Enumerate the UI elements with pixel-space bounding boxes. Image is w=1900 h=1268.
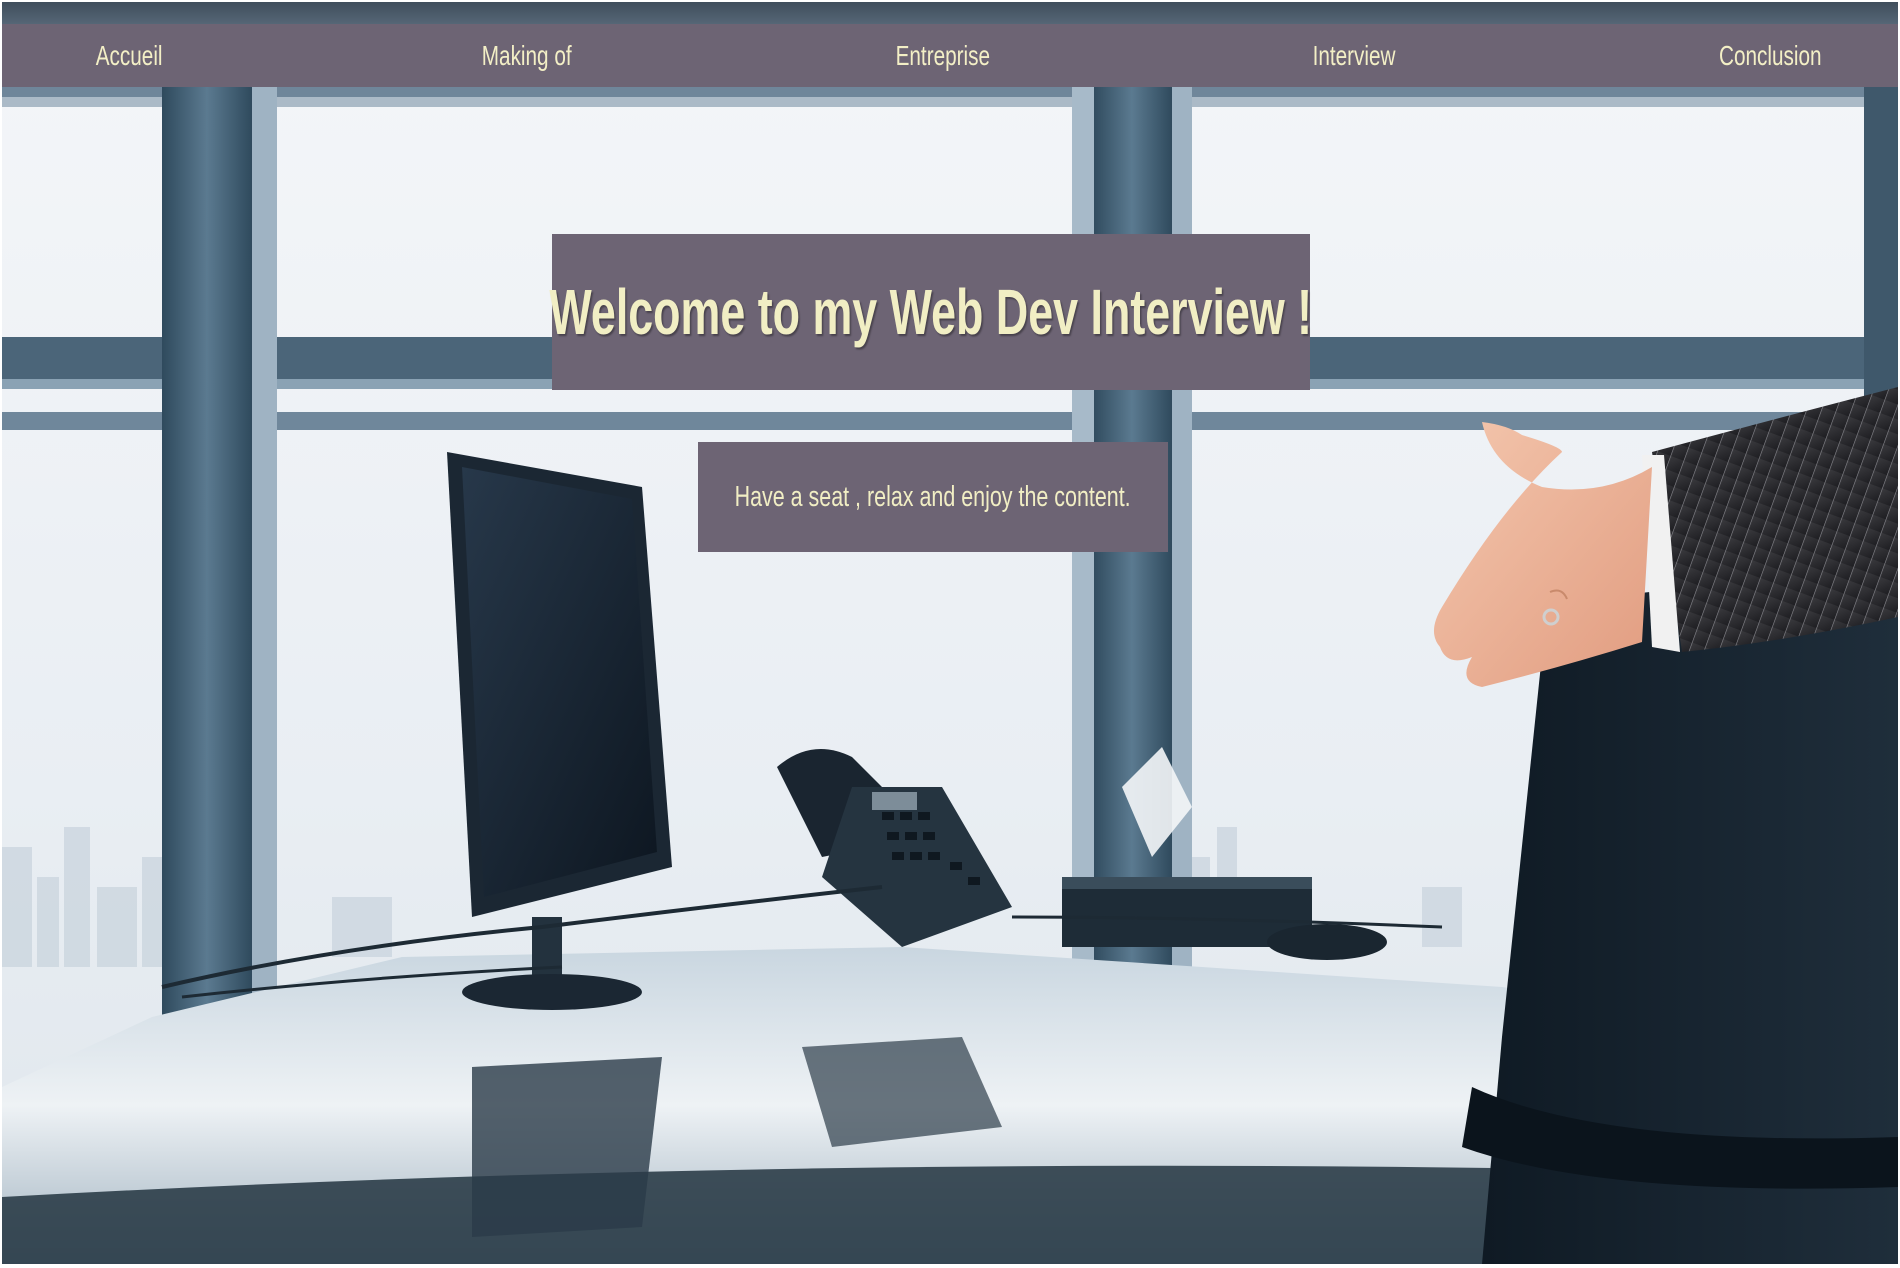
hero-title-box: Welcome to my Web Dev Interview !	[549, 234, 1313, 390]
top-strip	[2, 2, 1898, 24]
page-frame: Accueil Making of Entreprise Interview C…	[2, 2, 1898, 1264]
nav-link-accueil[interactable]: Accueil	[96, 40, 163, 72]
nav-link-conclusion[interactable]: Conclusion	[1719, 40, 1822, 72]
hero-title: Welcome to my Web Dev Interview !	[549, 276, 1313, 348]
hero-subtitle: Have a seat , relax and enjoy the conten…	[734, 480, 1132, 513]
nav-link-entreprise[interactable]: Entreprise	[895, 40, 989, 72]
hero-subtitle-box: Have a seat , relax and enjoy the conten…	[698, 442, 1168, 552]
nav-link-interview[interactable]: Interview	[1312, 40, 1395, 72]
main-navigation: Accueil Making of Entreprise Interview C…	[2, 24, 1898, 87]
nav-link-making-of[interactable]: Making of	[482, 40, 572, 72]
